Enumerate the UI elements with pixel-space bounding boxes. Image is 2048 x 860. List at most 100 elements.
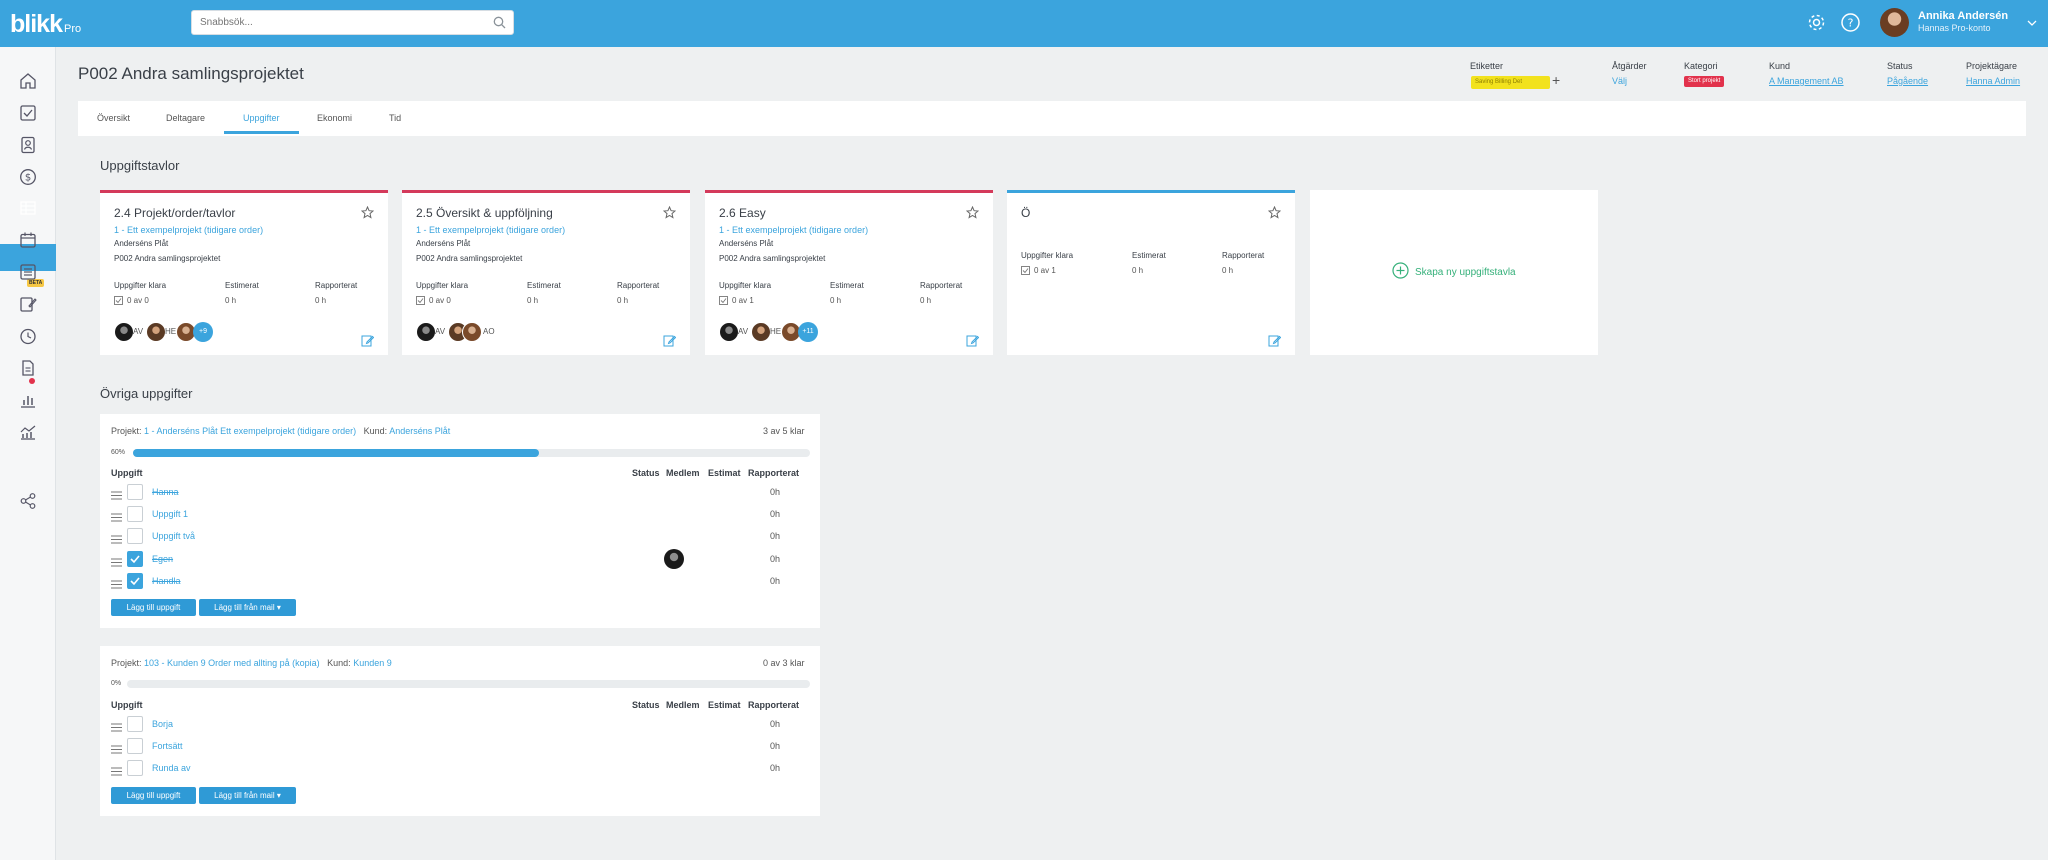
edit-document-icon[interactable] [16,292,40,316]
stat-est-value: 0 h [830,296,842,305]
star-icon[interactable] [662,205,677,224]
planning-icon[interactable] [16,260,40,284]
help-icon[interactable]: ? [1840,12,1861,38]
task-name[interactable]: Uppgift två [152,531,195,541]
task-name[interactable]: Hanna [152,487,179,497]
atgarder-select[interactable]: Välj [1612,76,1647,86]
task-row[interactable]: Fortsätt 0h [111,737,811,755]
drag-handle-icon[interactable] [111,487,122,505]
calendar-icon[interactable] [16,228,40,252]
create-board-card[interactable]: Skapa ny uppgiftstavla [1310,190,1598,355]
task-board-card[interactable]: Ö Uppgifter klara Estimerat Rapporterat … [1007,190,1295,355]
user-name[interactable]: Annika Andersén [1918,10,2008,22]
task-name[interactable]: Borja [152,719,173,729]
board-project-link[interactable]: 1 - Ett exempelprojekt (tidigare order) [416,225,565,235]
chevron-down-icon[interactable] [2027,14,2037,32]
add-tag-icon[interactable]: + [1552,72,1560,88]
drag-handle-icon[interactable] [111,719,122,737]
edit-icon[interactable] [663,334,677,352]
search-input[interactable] [192,11,472,34]
gear-icon[interactable] [1806,12,1827,38]
add-task-button[interactable]: Lägg till uppgift [111,599,196,616]
task-board-card[interactable]: 2.4 Projekt/order/tavlor 1 - Ett exempel… [100,190,388,355]
edit-icon[interactable] [966,334,980,352]
board-project-link[interactable]: 1 - Ett exempelprojekt (tidigare order) [114,225,263,235]
task-checkbox[interactable] [127,528,143,544]
customer-link[interactable]: A Management AB [1769,76,1844,86]
add-from-mail-button[interactable]: Lägg till från mail ▾ [199,599,296,616]
board-project-link[interactable]: 1 - Ett exempelprojekt (tidigare order) [719,225,868,235]
task-name[interactable]: Runda av [152,763,191,773]
more-members-badge[interactable]: +11 [798,322,818,342]
tab-oversikt[interactable]: Översikt [97,113,130,123]
tab-tid[interactable]: Tid [389,113,401,123]
task-checkbox[interactable] [127,506,143,522]
document-icon[interactable] [16,356,40,380]
drag-handle-icon[interactable] [111,741,122,759]
stat-est-value: 0 h [225,296,237,305]
board-title[interactable]: 2.4 Projekt/order/tavlor [114,206,235,220]
stat-est-value: 0 h [527,296,539,305]
task-row[interactable]: Egen 0h [111,549,811,569]
tab-ekonomi[interactable]: Ekonomi [317,113,352,123]
task-row[interactable]: Borja 0h [111,715,811,733]
task-row[interactable]: Handla 0h [111,572,811,590]
projects-icon[interactable] [16,196,40,220]
board-title[interactable]: 2.5 Översikt & uppföljning [416,206,553,220]
add-task-button[interactable]: Lägg till uppgift [111,787,196,804]
add-from-mail-button[interactable]: Lägg till från mail ▾ [199,787,296,804]
project-link[interactable]: 1 - Anderséns Plåt Ett exempelprojekt (t… [144,426,356,436]
user-avatar[interactable] [1880,8,1909,37]
share-icon[interactable] [16,489,40,513]
drag-handle-icon[interactable] [111,554,122,572]
task-board-card[interactable]: 2.5 Översikt & uppföljning 1 - Ett exemp… [402,190,690,355]
tasks-icon[interactable] [16,101,40,125]
task-name[interactable]: Fortsätt [152,741,183,751]
task-checkbox[interactable] [127,551,143,567]
economy-icon[interactable]: $ [16,165,40,189]
drag-handle-icon[interactable] [111,531,122,549]
edit-icon[interactable] [361,334,375,352]
task-name[interactable]: Uppgift 1 [152,509,188,519]
drag-handle-icon[interactable] [111,576,122,594]
task-row[interactable]: Uppgift två 0h [111,527,811,545]
board-title[interactable]: 2.6 Easy [719,206,766,220]
customer-link[interactable]: Anderséns Plåt [389,426,450,436]
status-link[interactable]: Pågående [1887,76,1928,86]
tab-deltagare[interactable]: Deltagare [166,113,205,123]
task-checkbox[interactable] [127,760,143,776]
customer-link[interactable]: Kunden 9 [353,658,392,668]
more-members-badge[interactable]: +9 [193,322,213,342]
task-row[interactable]: Hanna 0h [111,483,811,501]
task-checkbox[interactable] [127,738,143,754]
task-checkbox[interactable] [127,573,143,589]
tab-uppgifter[interactable]: Uppgifter [243,113,280,123]
star-icon[interactable] [360,205,375,224]
project-link[interactable]: 103 - Kunden 9 Order med allting på (kop… [144,658,320,668]
reports-icon[interactable] [16,388,40,412]
edit-icon[interactable] [1268,334,1282,352]
star-icon[interactable] [1267,205,1282,224]
drag-handle-icon[interactable] [111,509,122,527]
owner-link[interactable]: Hanna Admin [1966,76,2020,86]
task-row[interactable]: Runda av 0h [111,759,811,777]
task-name[interactable]: Egen [152,554,173,564]
home-icon[interactable] [16,69,40,93]
task-name[interactable]: Handla [152,576,181,586]
avatar[interactable] [664,549,684,569]
create-board-link[interactable]: Skapa ny uppgiftstavla [1392,262,1516,282]
category-badge[interactable]: Stort projekt [1684,76,1725,87]
tag-badge[interactable]: Saving Billing Det [1471,76,1550,89]
board-title[interactable]: Ö [1021,206,1030,220]
star-icon[interactable] [965,205,980,224]
statistics-icon[interactable] [16,420,40,444]
task-board-card[interactable]: 2.6 Easy 1 - Ett exempelprojekt (tidigar… [705,190,993,355]
time-icon[interactable] [16,324,40,348]
contacts-icon[interactable] [16,133,40,157]
search-icon[interactable] [493,16,506,34]
task-checkbox[interactable] [127,484,143,500]
task-row[interactable]: Uppgift 1 0h [111,505,811,523]
task-checkbox[interactable] [127,716,143,732]
app-logo[interactable]: blikk Pro [10,10,81,39]
drag-handle-icon[interactable] [111,763,122,781]
